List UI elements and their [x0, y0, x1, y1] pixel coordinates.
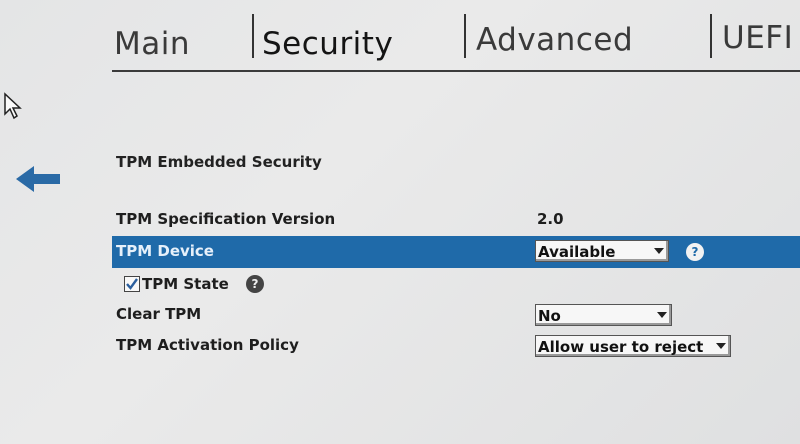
chevron-down-icon [716, 343, 726, 349]
tpm-spec-version-value: 2.0 [537, 210, 564, 228]
tpm-spec-version-label: TPM Specification Version [116, 210, 336, 228]
clear-tpm-label: Clear TPM [116, 305, 202, 323]
checkmark-icon [126, 278, 138, 290]
tab-separator [710, 14, 712, 58]
help-icon[interactable]: ? [246, 275, 264, 293]
tpm-state-label: TPM State [142, 275, 229, 293]
mouse-pointer-icon [4, 92, 22, 120]
clear-tpm-select[interactable]: No [535, 304, 672, 326]
section-title: TPM Embedded Security [116, 153, 322, 171]
tpm-device-select[interactable]: Available [535, 240, 669, 262]
tab-security[interactable]: Security [262, 26, 393, 62]
clear-tpm-value: No [538, 307, 561, 325]
tab-separator [464, 14, 466, 58]
tab-bar: Main Security Advanced UEFI [0, 0, 800, 80]
tab-main[interactable]: Main [114, 26, 190, 62]
chevron-down-icon [654, 248, 664, 254]
tpm-activation-policy-label: TPM Activation Policy [116, 336, 299, 354]
tpm-activation-policy-select[interactable]: Allow user to reject [535, 335, 731, 357]
chevron-down-icon [657, 312, 667, 318]
tpm-device-value: Available [538, 243, 616, 261]
help-icon[interactable]: ? [686, 243, 704, 261]
tpm-device-label: TPM Device [116, 242, 214, 260]
tpm-activation-policy-value: Allow user to reject [538, 338, 704, 356]
tab-separator [252, 14, 254, 58]
tab-underline [112, 70, 800, 72]
tab-advanced[interactable]: Advanced [476, 22, 633, 58]
tab-uefi[interactable]: UEFI [722, 20, 793, 56]
tpm-state-checkbox[interactable] [124, 276, 140, 292]
arrow-left-icon[interactable] [14, 164, 62, 194]
